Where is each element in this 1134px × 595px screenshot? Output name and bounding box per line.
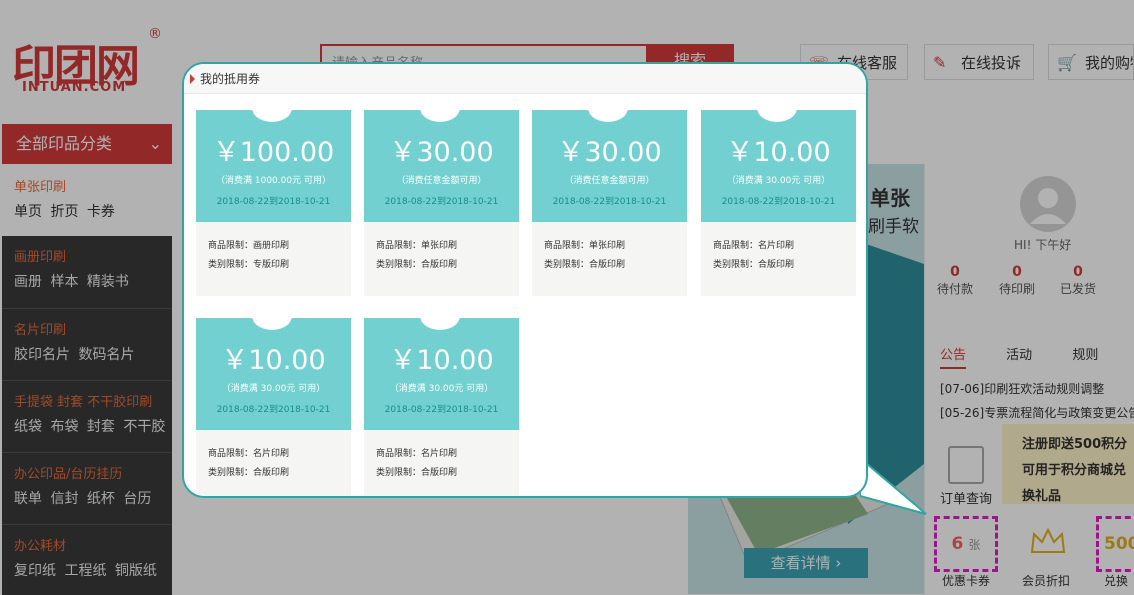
- coupon-notch: [588, 94, 628, 122]
- coupon-edge: [364, 426, 519, 434]
- coupon-amount: ￥100.00: [212, 137, 335, 168]
- coupon-product-limit: 商品限制：单张印刷: [376, 241, 458, 251]
- coupon-edge: [196, 218, 351, 226]
- coupon-category-limit: 类别限制：合版印刷: [544, 260, 626, 270]
- coupon-product-limit: 商品限制：名片印刷: [713, 241, 795, 251]
- coupon-edge: [532, 218, 687, 226]
- coupon-condition: （消费满 30.00元 可用）: [726, 176, 831, 186]
- coupon-edge: [701, 218, 856, 226]
- coupon-card[interactable]: ￥10.00 （消费满 30.00元 可用） 2018-08-22到2018-1…: [196, 302, 351, 496]
- coupon-card[interactable]: ￥30.00 （消费任意金额可用） 2018-08-22到2018-10-21 …: [364, 94, 519, 296]
- coupon-notch: [420, 302, 460, 330]
- coupon-product-limit: 商品限制：名片印刷: [208, 449, 290, 459]
- coupon-category-limit: 类别限制：专版印刷: [208, 260, 290, 270]
- coupon-card[interactable]: ￥100.00 （消费满 1000.00元 可用） 2018-08-22到201…: [196, 94, 351, 296]
- modal-title: 我的抵用券: [200, 72, 261, 86]
- coupon-card[interactable]: ￥10.00 （消费满 30.00元 可用） 2018-08-22到2018-1…: [364, 302, 519, 496]
- coupon-card[interactable]: ￥30.00 （消费任意金额可用） 2018-08-22到2018-10-21 …: [532, 94, 687, 296]
- coupon-notch: [757, 94, 797, 122]
- coupon-amount: ￥30.00: [557, 137, 662, 168]
- coupon-notch: [252, 302, 292, 330]
- coupon-edge: [196, 426, 351, 434]
- coupon-date: 2018-08-22到2018-10-21: [552, 197, 667, 207]
- coupon-product-limit: 商品限制：单张印刷: [544, 241, 626, 251]
- coupon-card[interactable]: ￥10.00 （消费满 30.00元 可用） 2018-08-22到2018-1…: [701, 94, 856, 296]
- coupon-notch: [420, 94, 460, 122]
- coupon-condition: （消费满 30.00元 可用）: [221, 384, 326, 394]
- coupon-date: 2018-08-22到2018-10-21: [384, 197, 499, 207]
- coupon-category-limit: 类别限制：合版印刷: [376, 260, 458, 270]
- coupon-condition: （消费满 1000.00元 可用）: [216, 176, 331, 186]
- coupon-condition: （消费任意金额可用）: [396, 176, 487, 186]
- coupon-condition: （消费任意金额可用）: [564, 176, 655, 186]
- modal-header: 我的抵用券: [184, 64, 866, 94]
- coupon-product-limit: 商品限制：画册印刷: [208, 241, 290, 251]
- coupon-amount: ￥10.00: [221, 345, 326, 376]
- coupon-modal: 我的抵用券 ￥100.00 （消费满 1000.00元 可用） 2018-08-…: [182, 62, 868, 498]
- coupon-product-limit: 商品限制：名片印刷: [376, 449, 458, 459]
- triangle-icon: [190, 74, 195, 84]
- coupon-date: 2018-08-22到2018-10-21: [216, 405, 331, 415]
- coupon-category-limit: 类别限制：合版印刷: [208, 468, 290, 478]
- coupon-date: 2018-08-22到2018-10-21: [384, 405, 499, 415]
- coupon-category-limit: 类别限制：合版印刷: [376, 468, 458, 478]
- coupon-date: 2018-08-22到2018-10-21: [216, 197, 331, 207]
- coupon-category-limit: 类别限制：合版印刷: [713, 260, 795, 270]
- modal-pointer: [860, 458, 927, 515]
- coupon-amount: ￥10.00: [726, 137, 831, 168]
- coupon-amount: ￥10.00: [389, 345, 494, 376]
- coupon-amount: ￥30.00: [389, 137, 494, 168]
- coupon-notch: [252, 94, 292, 122]
- coupon-condition: （消费满 30.00元 可用）: [389, 384, 494, 394]
- coupon-edge: [364, 218, 519, 226]
- coupon-date: 2018-08-22到2018-10-21: [721, 197, 836, 207]
